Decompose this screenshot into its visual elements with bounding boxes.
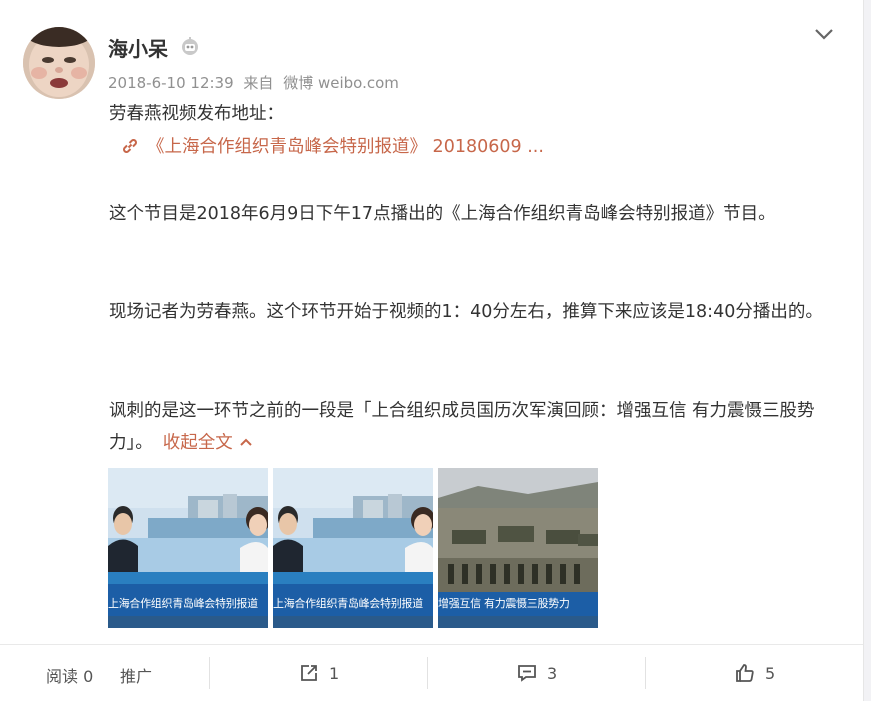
like-button[interactable]: 5 (735, 663, 775, 683)
image-thumbnail[interactable]: 增强互信 有力震慑三股势力 (438, 468, 598, 628)
post-footer: 阅读 0 推广 1 3 5 (0, 644, 863, 702)
chevron-up-icon (240, 438, 252, 446)
thumbnail-caption: 上海合作组织青岛峰会特别报道 (273, 597, 423, 610)
post-paragraph-2: 现场记者为劳春燕。这个环节开始于视频的1：40分左右，推算下来应该是18:40分… (109, 302, 823, 322)
weibo-post-card: 海小呆 2018-6-10 12:39 来自 微博 weibo.com 劳春燕视… (0, 0, 863, 701)
chevron-down-icon[interactable] (812, 24, 836, 44)
read-count: 阅读 0 (46, 663, 93, 687)
image-thumbnail[interactable]: 上海合作组织青岛峰会特别报道 (108, 468, 268, 628)
like-count: 5 (765, 664, 776, 683)
promote-button[interactable]: 推广 (120, 663, 152, 687)
avatar[interactable] (23, 27, 95, 99)
video-link[interactable]: 《上海合作组织青岛峰会特别报道》 20180609 ... (121, 132, 544, 162)
footer-divider (209, 657, 210, 689)
read-label: 阅读 (46, 667, 79, 686)
post-date[interactable]: 2018-6-10 12:39 (108, 74, 234, 92)
read-count-value: 0 (83, 667, 94, 686)
post-paragraph-1: 这个节目是2018年6月9日下午17点播出的《上海合作组织青岛峰会特别报道》节目… (109, 204, 776, 224)
scrollbar-track[interactable] (863, 0, 871, 701)
repost-button[interactable]: 1 (299, 663, 339, 683)
collapse-button[interactable]: 收起全文 (163, 433, 253, 453)
comment-icon (518, 665, 536, 682)
post-meta: 2018-6-10 12:39 来自 微博 weibo.com (108, 72, 404, 93)
repost-count: 1 (329, 664, 340, 683)
thumbs-up-icon (736, 664, 754, 682)
thumbnail-caption: 增强互信 有力震慑三股势力 (438, 597, 570, 610)
footer-divider (427, 657, 428, 689)
footer-divider (645, 657, 646, 689)
promote-label[interactable]: 推广 (120, 667, 152, 686)
post-paragraph-3: 讽刺的是这一环节之前的一段是「上合组织成员国历次军演回顾：增强互信 有力震慑三股… (109, 395, 839, 459)
robot-icon (182, 37, 198, 55)
thumbnail-caption: 上海合作组织青岛峰会特别报道 (108, 597, 258, 610)
collapse-label[interactable]: 收起全文 (163, 433, 233, 453)
post-line-1: 劳春燕视频发布地址： (109, 104, 284, 124)
post-source[interactable]: 微博 weibo.com (283, 74, 399, 92)
link-icon (123, 139, 137, 153)
post-from-label: 来自 (243, 74, 274, 92)
image-thumbnail[interactable]: 上海合作组织青岛峰会特别报道 (273, 468, 433, 628)
username[interactable]: 海小呆 (108, 33, 168, 62)
comment-button[interactable]: 3 (517, 663, 557, 683)
comment-count: 3 (547, 664, 558, 683)
share-icon (301, 665, 317, 681)
video-link-text[interactable]: 《上海合作组织青岛峰会特别报道》 20180609 ... (147, 137, 544, 157)
